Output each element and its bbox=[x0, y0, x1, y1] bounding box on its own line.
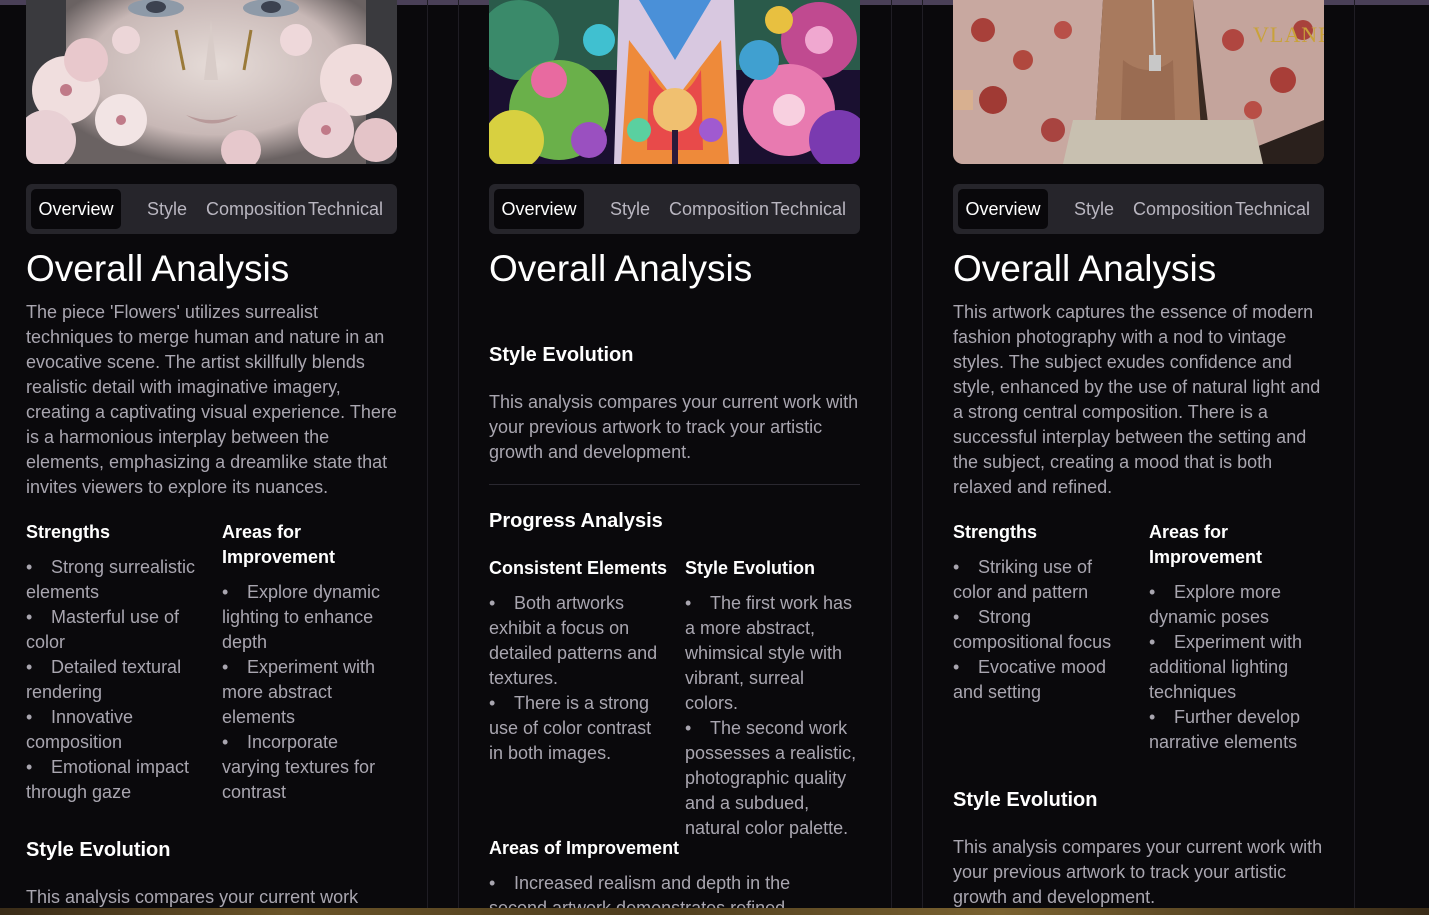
tab-style[interactable]: Style bbox=[1074, 189, 1114, 229]
artwork-image-flowers bbox=[26, 0, 397, 164]
bottom-background-strip bbox=[0, 908, 1429, 915]
list-item: There is a strong use of color contrast … bbox=[489, 691, 659, 766]
tab-style[interactable]: Style bbox=[147, 189, 187, 229]
artwork-thumbnail[interactable] bbox=[26, 0, 397, 164]
list-item: Emotional impact through gaze bbox=[26, 755, 198, 805]
column-divider bbox=[891, 0, 892, 915]
improvements-list: Explore more dynamic poses Experiment wi… bbox=[1149, 580, 1309, 755]
strengths-list: Strong surrealistic elements Masterful u… bbox=[26, 555, 198, 805]
tab-overview[interactable]: Overview bbox=[494, 189, 584, 229]
consistent-elements-heading: Consistent Elements bbox=[489, 558, 668, 578]
column-divider bbox=[458, 0, 459, 915]
analysis-card-fashion: VLANE Overview Style Composition Technic… bbox=[953, 0, 1324, 915]
tab-style[interactable]: Style bbox=[610, 189, 650, 229]
list-item: Explore more dynamic poses bbox=[1149, 580, 1309, 630]
overview-text: This artwork captures the essence of mod… bbox=[953, 302, 1321, 497]
list-item: Masterful use of color bbox=[26, 605, 198, 655]
watermark-logo: VLANE bbox=[1253, 22, 1324, 47]
overview-title: Overall Analysis bbox=[26, 248, 290, 289]
tab-technical[interactable]: Technical bbox=[771, 189, 846, 229]
tab-composition[interactable]: Composition bbox=[206, 189, 306, 229]
list-item: Strong surrealistic elements bbox=[26, 555, 198, 605]
overview-text: The piece 'Flowers' utilizes surrealist … bbox=[26, 302, 397, 497]
analysis-tabs: Overview Style Composition Technical bbox=[953, 184, 1324, 234]
column-divider bbox=[1354, 0, 1355, 915]
style-evolution-text: This analysis compares your current work… bbox=[953, 837, 1323, 907]
improvements-heading: Areas for Improvement bbox=[222, 522, 336, 567]
strengths-list: Striking use of color and pattern Strong… bbox=[953, 555, 1123, 705]
style-evolution-subheading: Style Evolution bbox=[685, 558, 816, 578]
tab-technical[interactable]: Technical bbox=[308, 189, 383, 229]
areas-of-improvement-heading: Areas of Improvement bbox=[489, 838, 680, 858]
tab-overview[interactable]: Overview bbox=[31, 189, 121, 229]
list-item: Detailed textural rendering bbox=[26, 655, 198, 705]
style-evolution-list: The first work has a more abstract, whim… bbox=[685, 591, 860, 841]
tab-overview[interactable]: Overview bbox=[958, 189, 1048, 229]
list-item: Both artworks exhibit a focus on detaile… bbox=[489, 591, 659, 691]
consistent-elements-list: Both artworks exhibit a focus on detaile… bbox=[489, 591, 659, 766]
list-item: Strong compositional focus bbox=[953, 605, 1123, 655]
list-item: The second work possesses a realistic, p… bbox=[685, 716, 860, 841]
overview-title: Overall Analysis bbox=[953, 248, 1217, 289]
list-item: Evocative mood and setting bbox=[953, 655, 1123, 705]
improvements-heading: Areas for Improvement bbox=[1149, 522, 1263, 567]
improvements-list: Explore dynamic lighting to enhance dept… bbox=[222, 580, 397, 805]
style-evolution-heading: Style Evolution bbox=[26, 839, 171, 861]
artwork-thumbnail[interactable]: VLANE bbox=[953, 0, 1324, 164]
strengths-heading: Strengths bbox=[26, 522, 111, 542]
tab-composition[interactable]: Composition bbox=[1133, 189, 1233, 229]
overview-title: Overall Analysis bbox=[489, 248, 753, 289]
list-item: Experiment with more abstract elements bbox=[222, 655, 397, 730]
strengths-heading: Strengths bbox=[953, 522, 1038, 542]
list-item: The first work has a more abstract, whim… bbox=[685, 591, 860, 716]
analysis-card-comparison: Overview Style Composition Technical Ove… bbox=[489, 0, 860, 915]
tab-technical[interactable]: Technical bbox=[1235, 189, 1310, 229]
list-item: Further develop narrative elements bbox=[1149, 705, 1309, 755]
app-root: Overview Style Composition Technical Ove… bbox=[0, 0, 1429, 915]
column-divider bbox=[922, 0, 923, 915]
analysis-card-flowers: Overview Style Composition Technical Ove… bbox=[26, 0, 397, 915]
style-evolution-text: This analysis compares your current work bbox=[26, 887, 359, 907]
progress-analysis-heading: Progress Analysis bbox=[489, 510, 663, 532]
list-item: Incorporate varying textures for contras… bbox=[222, 730, 397, 805]
column-divider bbox=[427, 0, 428, 915]
style-evolution-text: This analysis compares your current work… bbox=[489, 392, 859, 462]
analysis-tabs: Overview Style Composition Technical bbox=[26, 184, 397, 234]
list-item: Experiment with additional lighting tech… bbox=[1149, 630, 1309, 705]
list-item: Striking use of color and pattern bbox=[953, 555, 1123, 605]
list-item: Explore dynamic lighting to enhance dept… bbox=[222, 580, 397, 655]
style-evolution-heading: Style Evolution bbox=[953, 789, 1098, 811]
tab-composition[interactable]: Composition bbox=[669, 189, 769, 229]
list-item: Innovative composition bbox=[26, 705, 198, 755]
artwork-thumbnail[interactable] bbox=[489, 0, 860, 164]
analysis-tabs: Overview Style Composition Technical bbox=[489, 184, 860, 234]
style-evolution-heading: Style Evolution bbox=[489, 344, 634, 366]
artwork-image-abstract bbox=[489, 0, 860, 164]
section-divider bbox=[489, 484, 860, 485]
